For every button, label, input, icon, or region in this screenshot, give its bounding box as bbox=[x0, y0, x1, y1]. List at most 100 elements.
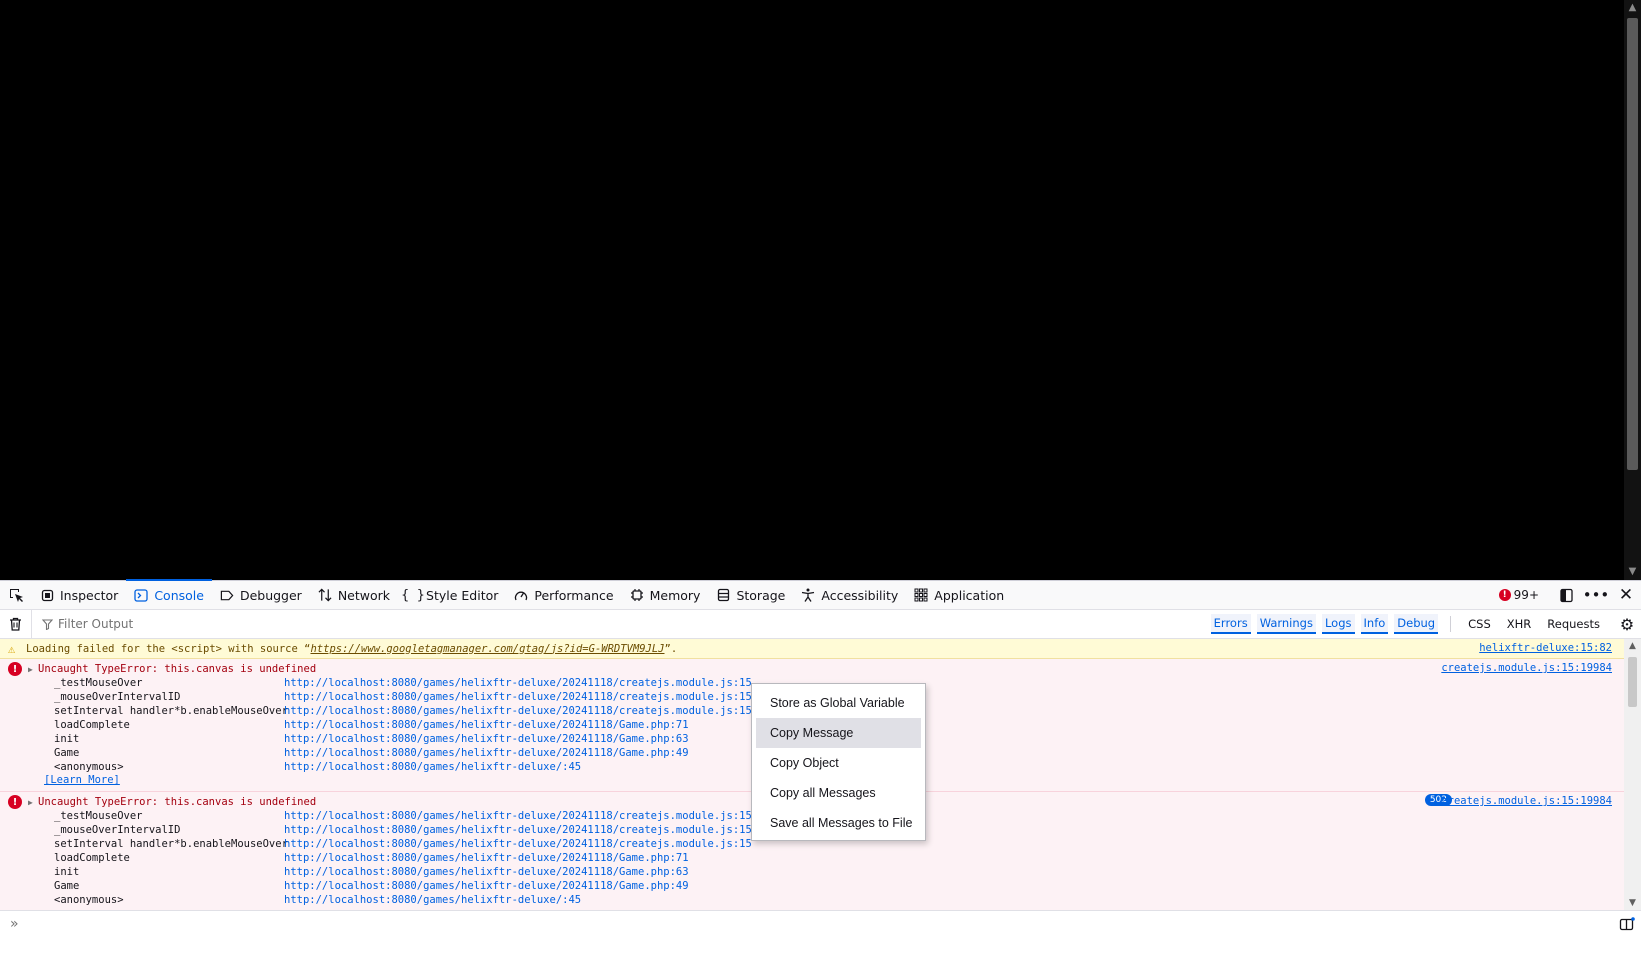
console-icon bbox=[134, 588, 148, 602]
stack-frame-link[interactable]: http://localhost:8080/games/helixftr-del… bbox=[284, 719, 689, 731]
scroll-up-icon[interactable]: ▲ bbox=[1624, 639, 1641, 653]
scrollbar-thumb[interactable] bbox=[1627, 18, 1638, 470]
tab-performance[interactable]: Performance bbox=[506, 580, 621, 610]
viewport-scrollbar[interactable]: ▲ ▼ bbox=[1624, 0, 1641, 580]
menu-item-copy-message[interactable]: Copy Message bbox=[756, 718, 921, 748]
style-editor-icon: { } bbox=[401, 587, 425, 603]
dock-options-button[interactable] bbox=[1553, 580, 1579, 610]
network-icon bbox=[318, 588, 332, 602]
tab-inspector[interactable]: Inspector bbox=[32, 580, 126, 610]
context-menu: Store as Global Variable Copy Message Co… bbox=[751, 683, 926, 841]
warning-icon: ⚠ bbox=[8, 641, 16, 656]
scroll-down-icon[interactable]: ▼ bbox=[1624, 564, 1641, 580]
element-picker-button[interactable] bbox=[0, 580, 32, 610]
stack-frame-link[interactable]: http://localhost:8080/games/helixftr-del… bbox=[284, 880, 689, 892]
stack-frame-link[interactable]: http://localhost:8080/games/helixftr-del… bbox=[284, 691, 752, 703]
stack-frame-link[interactable]: http://localhost:8080/games/helixftr-del… bbox=[284, 733, 689, 745]
tab-accessibility[interactable]: Accessibility bbox=[793, 580, 906, 610]
expand-arrow-icon[interactable]: ▶ bbox=[28, 665, 38, 674]
memory-icon bbox=[630, 588, 644, 602]
toolbar-right: ! 99+ ••• ✕ bbox=[1489, 580, 1641, 610]
stack-frame: <anonymous> http://localhost:8080/games/h… bbox=[54, 894, 582, 906]
separator bbox=[1450, 616, 1452, 632]
tab-label: Accessibility bbox=[821, 587, 899, 603]
menu-item-copy-all-messages[interactable]: Copy all Messages bbox=[756, 778, 921, 808]
stack-frame-link[interactable]: http://localhost:8080/games/helixftr-del… bbox=[284, 705, 752, 717]
stack-frame-link[interactable]: http://localhost:8080/games/helixftr-del… bbox=[284, 810, 752, 822]
stack-frame-link[interactable]: http://localhost:8080/games/helixftr-del… bbox=[284, 838, 752, 850]
stack-frame-link[interactable]: http://localhost:8080/games/helixftr-del… bbox=[284, 761, 581, 773]
stack-frame-link[interactable]: http://localhost:8080/games/helixftr-del… bbox=[284, 852, 689, 864]
tab-label: Memory bbox=[649, 587, 701, 603]
stack-frame-link[interactable]: http://localhost:8080/games/helixftr-del… bbox=[284, 894, 581, 906]
error-location-link[interactable]: createjs.module.js:15:19984 bbox=[1441, 795, 1612, 807]
error-text: Uncaught TypeError: this.canvas is undef… bbox=[38, 796, 317, 808]
console-settings-button[interactable]: ⚙ bbox=[1613, 610, 1641, 639]
filter-warnings-button[interactable]: Warnings bbox=[1256, 614, 1316, 634]
accessibility-icon bbox=[801, 588, 815, 602]
console-input-line[interactable]: » bbox=[0, 910, 1641, 936]
element-picker-icon bbox=[10, 589, 23, 602]
tab-network[interactable]: Network bbox=[310, 580, 398, 610]
performance-icon bbox=[514, 588, 528, 602]
scroll-down-icon[interactable]: ▼ bbox=[1624, 896, 1641, 910]
stack-frame: loadComplete http://localhost:8080/games/… bbox=[54, 852, 689, 864]
log-level-filters: Errors Warnings Logs Info Debug CSS XHR … bbox=[1210, 614, 1613, 634]
menu-item-copy-object[interactable]: Copy Object bbox=[756, 748, 921, 778]
filter-icon bbox=[42, 618, 53, 630]
filter-requests-button[interactable]: Requests bbox=[1542, 615, 1605, 633]
filter-errors-button[interactable]: Errors bbox=[1210, 614, 1251, 634]
scrollbar-thumb[interactable] bbox=[1628, 657, 1637, 707]
debugger-icon bbox=[220, 588, 234, 602]
editor-mode-button[interactable] bbox=[1613, 911, 1641, 937]
menu-item-save-all-messages[interactable]: Save all Messages to File bbox=[756, 808, 921, 838]
warning-source-link[interactable]: https://www.googletagmanager.com/gtag/js… bbox=[310, 643, 664, 655]
stack-frame-link[interactable]: http://localhost:8080/games/helixftr-del… bbox=[284, 824, 752, 836]
tab-label: Application bbox=[934, 587, 1005, 603]
more-icon: ••• bbox=[1582, 586, 1610, 604]
stack-frame-link[interactable]: http://localhost:8080/games/helixftr-del… bbox=[284, 747, 689, 759]
tab-label: Style Editor bbox=[426, 587, 499, 603]
tab-console[interactable]: Console bbox=[126, 579, 212, 610]
tab-label: Network bbox=[337, 587, 391, 603]
filter-field bbox=[32, 610, 1132, 639]
filter-debug-button[interactable]: Debug bbox=[1394, 614, 1439, 634]
error-icon: ! bbox=[8, 662, 22, 676]
tab-label: Inspector bbox=[60, 587, 119, 603]
tab-label: Console bbox=[154, 587, 204, 603]
tab-style-editor[interactable]: { } Style Editor bbox=[398, 580, 506, 610]
filter-xhr-button[interactable]: XHR bbox=[1502, 615, 1537, 633]
tab-storage[interactable]: Storage bbox=[708, 580, 793, 610]
stack-frame: Game http://localhost:8080/games/helixftr… bbox=[54, 880, 689, 892]
stack-frame-link[interactable]: http://localhost:8080/games/helixftr-del… bbox=[284, 866, 689, 878]
clear-console-button[interactable] bbox=[0, 609, 32, 639]
filter-logs-button[interactable]: Logs bbox=[1321, 614, 1355, 634]
tab-application[interactable]: Application bbox=[906, 580, 1012, 610]
error-location-link[interactable]: createjs.module.js:15:19984 bbox=[1441, 662, 1612, 674]
page-viewport[interactable] bbox=[0, 0, 1641, 580]
warning-location-link[interactable]: helixftr-deluxe:15:82 bbox=[1479, 642, 1612, 654]
inspector-icon bbox=[40, 588, 54, 602]
filter-info-button[interactable]: Info bbox=[1360, 614, 1389, 634]
tab-label: Debugger bbox=[239, 587, 302, 603]
console-scrollbar[interactable]: ▲ ▼ bbox=[1624, 639, 1641, 910]
menu-item-store-global[interactable]: Store as Global Variable bbox=[756, 688, 921, 718]
storage-icon bbox=[716, 588, 730, 602]
error-count-button[interactable]: ! 99+ bbox=[1489, 588, 1549, 602]
close-devtools-button[interactable]: ✕ bbox=[1613, 580, 1639, 610]
gear-icon: ⚙ bbox=[1619, 614, 1635, 634]
close-icon: ✕ bbox=[1618, 585, 1634, 605]
tab-debugger[interactable]: Debugger bbox=[212, 580, 310, 610]
expand-arrow-icon[interactable]: ▶ bbox=[28, 798, 38, 807]
error-count: 99+ bbox=[1513, 588, 1539, 602]
stack-frame-link[interactable]: http://localhost:8080/games/helixftr-del… bbox=[284, 677, 752, 689]
more-options-button[interactable]: ••• bbox=[1582, 580, 1610, 610]
filter-css-button[interactable]: CSS bbox=[1463, 615, 1496, 633]
tab-memory[interactable]: Memory bbox=[622, 580, 709, 610]
dock-icon bbox=[1559, 588, 1573, 602]
console-filter-bar: Errors Warnings Logs Info Debug CSS XHR … bbox=[0, 609, 1641, 639]
scroll-up-icon[interactable]: ▲ bbox=[1624, 0, 1641, 16]
filter-output-input[interactable] bbox=[58, 617, 558, 631]
editor-mode-icon bbox=[1619, 916, 1635, 930]
warning-message[interactable]: ⚠ Loading failed for the <script> with s… bbox=[0, 639, 1624, 659]
